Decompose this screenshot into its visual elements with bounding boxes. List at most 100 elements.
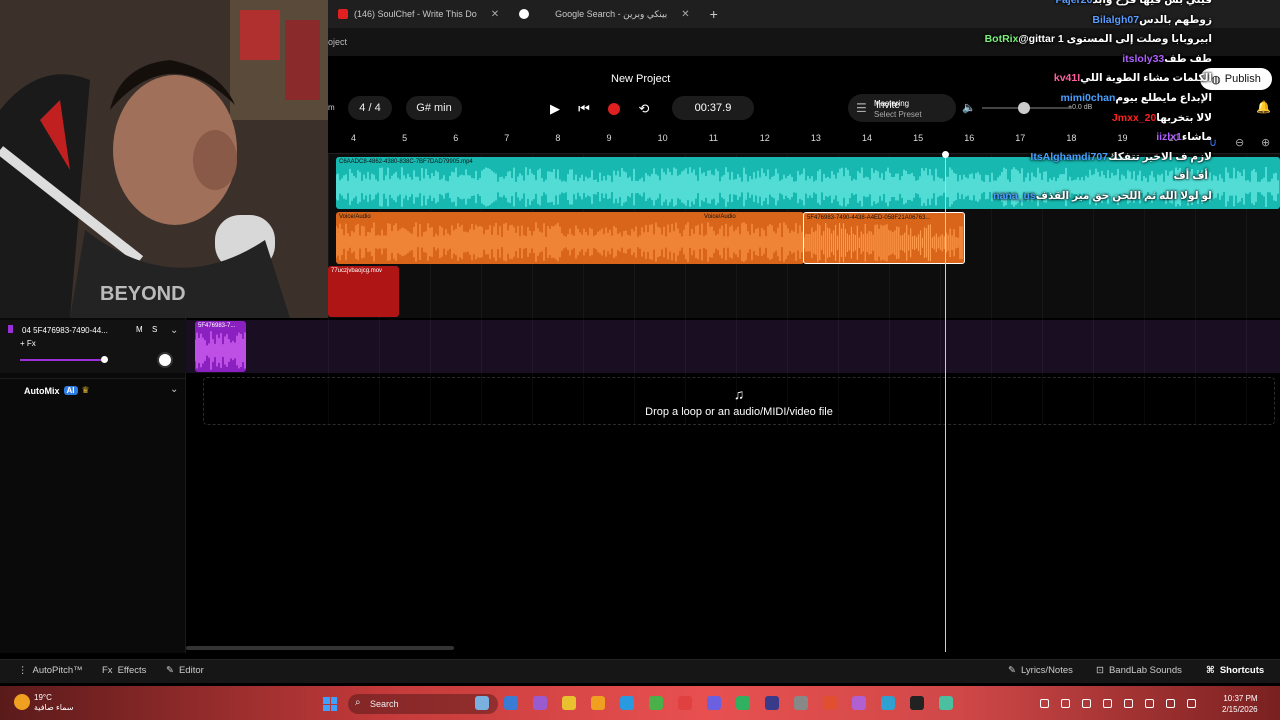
track-color [8, 325, 13, 333]
taskbar-app-icon[interactable] [678, 696, 692, 710]
system-tray-icon[interactable] [1187, 699, 1196, 708]
ruler-bar-number: 15 [913, 133, 924, 143]
chat-text: لو لولا الله ثم اللحن حق مير القذف [1035, 190, 1212, 202]
taskbar-app-icon[interactable] [939, 696, 953, 710]
play-button[interactable]: ▶ [546, 100, 564, 118]
taskbar-app-icon[interactable] [765, 696, 779, 710]
drop-zone[interactable]: ♫ Drop a loop or an audio/MIDI/video fil… [203, 377, 1275, 425]
clock-time: 10:37 PM [1223, 694, 1258, 703]
taskbar-app-icon[interactable] [591, 696, 605, 710]
clip-name: 5F476983-7... [198, 323, 236, 329]
chat-message: iizlx1ماشاء [1152, 131, 1212, 143]
mastering-button[interactable]: ☰ Mastering Select Preset [848, 94, 956, 122]
ruler-bar-number: 17 [1015, 133, 1026, 143]
invite-button[interactable]: Invite [876, 100, 900, 111]
taskbar-app-icon[interactable] [707, 696, 721, 710]
chat-username: nana_us [993, 190, 1036, 202]
taskbar-app-icon[interactable] [533, 696, 547, 710]
add-fx-button[interactable]: + Fx [20, 339, 36, 348]
taskbar-app-icon[interactable] [910, 696, 924, 710]
taskbar-app-icon[interactable] [794, 696, 808, 710]
editor-button[interactable]: ✎ Editor [166, 665, 204, 676]
system-tray-icon[interactable] [1103, 699, 1112, 708]
playhead[interactable] [945, 154, 946, 652]
taskbar-app-icon[interactable] [562, 696, 576, 710]
system-tray-icon[interactable] [1040, 699, 1049, 708]
new-tab-button[interactable]: + [700, 6, 728, 22]
record-icon [608, 103, 620, 115]
track-volume-slider[interactable] [20, 359, 106, 361]
bandlab-sounds-button[interactable]: ⊡ BandLab Sounds [1096, 665, 1182, 676]
search-icon: ⌕ [355, 697, 361, 708]
system-tray-icon[interactable] [1061, 699, 1070, 708]
taskbar-app-icon[interactable] [504, 696, 518, 710]
effects-button[interactable]: Fx Effects [102, 665, 146, 676]
slider-knob[interactable] [101, 356, 108, 363]
automix-toggle[interactable]: AutoMix AI ♛ [24, 385, 90, 396]
command-icon: ⌘ [1206, 665, 1215, 676]
rewind-button[interactable]: ⏮ [575, 100, 593, 118]
horizontal-scrollbar[interactable] [186, 646, 454, 650]
taskbar-app-icon[interactable] [620, 696, 634, 710]
chat-username: Fajer26 [1055, 0, 1093, 6]
chat-message: mimi0chanالإبداع مايطلع بيوم [1057, 92, 1212, 104]
ruler-bar-number: 4 [351, 133, 357, 143]
close-icon[interactable]: ✕ [681, 9, 689, 20]
volume-knob[interactable] [1018, 102, 1030, 114]
taskbar-app-icon[interactable] [649, 696, 663, 710]
weather-widget[interactable]: 19°C سماء صافية [34, 693, 74, 713]
time-signature[interactable]: 4 / 4 [348, 96, 392, 120]
chevron-down-icon[interactable]: ⌄ [170, 325, 178, 336]
close-icon[interactable]: ✕ [491, 9, 499, 20]
zoom-in-icon[interactable]: ⊕ [1261, 136, 1270, 149]
taskbar-app-icon[interactable] [852, 696, 866, 710]
taskbar-app-icon[interactable] [881, 696, 895, 710]
chat-username: ItsAlghamdi707 [1030, 150, 1109, 163]
key-selector[interactable]: G# min [406, 96, 462, 120]
editor-label: Editor [178, 665, 204, 676]
zoom-out-icon[interactable]: ⊖ [1235, 136, 1244, 149]
track-name[interactable]: 04 5F476983-7490-44... [22, 326, 108, 335]
shortcuts-button[interactable]: ⌘ Shortcuts [1206, 665, 1264, 676]
windows-start-icon[interactable] [323, 697, 337, 711]
drop-zone-text: Drop a loop or an audio/MIDI/video file [645, 406, 833, 418]
clip-name: Voice/Audio [339, 214, 371, 220]
taskbar-app-icon[interactable] [736, 696, 750, 710]
system-clock[interactable]: 10:37 PM 2/15/2026 [1222, 693, 1258, 715]
chat-text: أف أف [1173, 170, 1208, 183]
chat-username: Jmxx_20 [1111, 111, 1157, 124]
globe-icon: ◍ [1211, 73, 1221, 86]
chat-text: ماشاء [1181, 131, 1212, 144]
mov-clip[interactable]: 77uczjvbaojcg.mov [328, 266, 399, 317]
autopitch-button[interactable]: ⋮ AutoPitch™ [18, 665, 83, 676]
system-tray-icon[interactable] [1166, 699, 1175, 708]
browser-tab-soulchef[interactable]: (146) SoulChef - Write This Do ✕ [328, 0, 509, 28]
voice-clip-selected[interactable]: 5F476983-7490-4438-A4ED-058F21A06763... [803, 212, 965, 264]
chevron-down-icon[interactable]: ⌄ [170, 384, 178, 395]
browser-tab-google[interactable]: Google Search - بينكي وبرين ✕ [509, 0, 700, 28]
volume-db: +0.0 dB [1068, 104, 1093, 111]
mute-button[interactable]: M [136, 325, 143, 334]
record-button[interactable] [605, 100, 623, 118]
system-tray-icon[interactable] [1145, 699, 1154, 708]
chat-text: لالا بتخربها [1156, 111, 1212, 124]
tab-title: (146) SoulChef - Write This Do [354, 9, 477, 19]
clip-name: Voice/Audio [704, 214, 736, 220]
system-tray-icon[interactable] [1124, 699, 1133, 708]
speaker-icon[interactable]: 🔈 [962, 101, 976, 114]
pan-knob[interactable] [157, 352, 173, 368]
taskbar-app-icon[interactable] [823, 696, 837, 710]
bell-icon[interactable]: 🔔 [1256, 100, 1271, 114]
playhead-handle[interactable] [942, 151, 949, 158]
loop-button[interactable]: ⟲ [635, 100, 653, 118]
project-title[interactable]: New Project [611, 73, 670, 85]
chat-message: أف أف [1173, 170, 1212, 182]
system-tray-icon[interactable] [1082, 699, 1091, 708]
solo-button[interactable]: S [152, 325, 157, 334]
lyrics-button[interactable]: ✎ Lyrics/Notes [1008, 665, 1073, 676]
purple-clip[interactable]: 5F476983-7... [195, 321, 246, 372]
clip-name: C6AADC8-4862-4380-838C-7BF7DAD79905.mp4 [339, 159, 473, 165]
taskbar-app-icon[interactable] [475, 696, 489, 710]
voice-clip-2[interactable]: Voice/Audio [700, 212, 804, 264]
ruler-bar-number: 13 [810, 133, 821, 143]
